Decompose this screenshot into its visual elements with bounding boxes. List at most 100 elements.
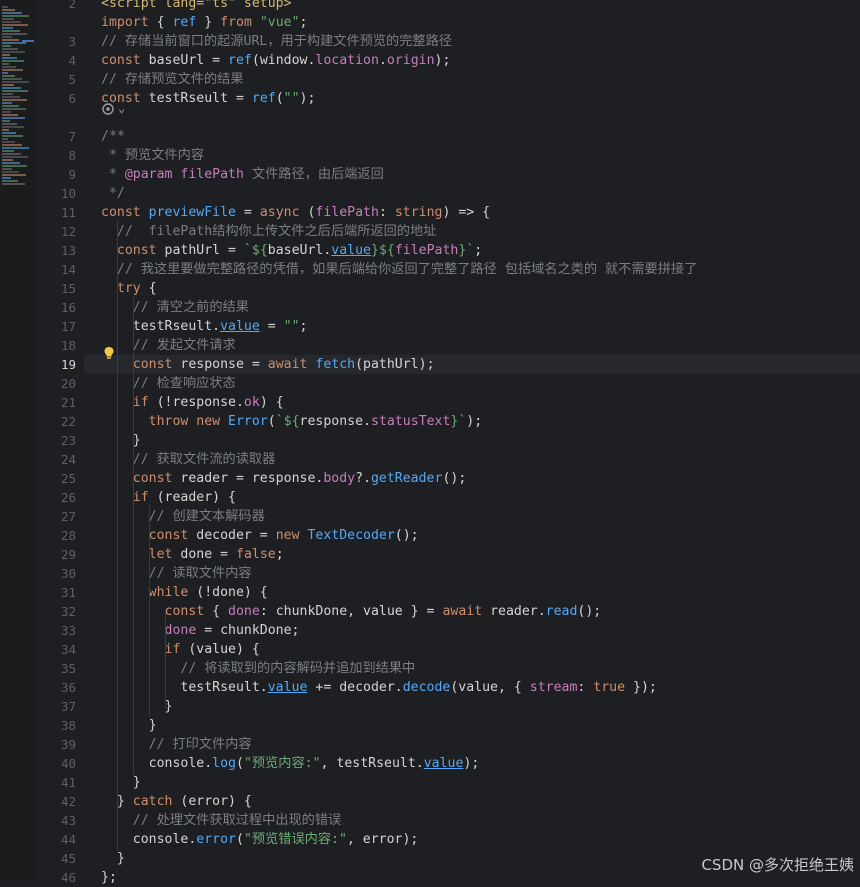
chevron-down-icon[interactable]: ⌄ <box>118 99 125 118</box>
line-number[interactable]: 26 <box>34 488 76 507</box>
line-number[interactable]: 40 <box>34 754 76 773</box>
line-number[interactable]: 29 <box>34 545 76 564</box>
line-number[interactable]: 10 <box>34 184 76 203</box>
code-line[interactable]: const reader = response.body?.getReader(… <box>101 469 467 488</box>
line-number[interactable]: 11 <box>34 203 76 222</box>
line-number[interactable]: 42 <box>34 792 76 811</box>
line-number[interactable]: 16 <box>34 298 76 317</box>
line-number[interactable]: 45 <box>34 849 76 868</box>
line-number[interactable]: 37 <box>34 697 76 716</box>
code-token: ); <box>466 414 483 429</box>
line-number[interactable]: 44 <box>34 830 76 849</box>
line-number[interactable]: 27 <box>34 507 76 526</box>
code-line[interactable]: if (value) { <box>101 640 260 659</box>
code-token: ( <box>235 832 244 847</box>
code-line[interactable]: // 检查响应状态 <box>101 374 236 393</box>
code-line[interactable]: * 预览文件内容 <box>101 146 204 165</box>
code-line[interactable]: // 清空之前的结果 <box>101 298 249 317</box>
line-number[interactable]: 15 <box>34 279 76 298</box>
code-line[interactable]: // 处理文件获取过程中出现的错误 <box>101 811 341 830</box>
code-line[interactable]: if (reader) { <box>101 488 236 507</box>
line-number[interactable]: 5 <box>34 70 76 89</box>
line-number[interactable]: 4 <box>34 51 76 70</box>
code-line[interactable]: console.log("预览内容:", testRseult.value); <box>101 754 480 773</box>
code-line[interactable]: } <box>101 431 141 450</box>
line-number[interactable]: 41 <box>34 773 76 792</box>
line-number[interactable]: 46 <box>34 868 76 887</box>
code-line[interactable]: const { done: chunkDone, value } = await… <box>101 602 602 621</box>
line-number[interactable]: 34 <box>34 640 76 659</box>
code-line[interactable]: } <box>101 716 157 735</box>
code-line[interactable]: // 打印文件内容 <box>101 735 252 754</box>
code-line[interactable]: const testRseult = ref(""); <box>101 89 315 108</box>
lightbulb-icon[interactable] <box>103 346 115 360</box>
line-number[interactable]: 43 <box>34 811 76 830</box>
code-line[interactable]: testRseult.value = ""; <box>101 317 308 336</box>
code-line[interactable]: /** <box>101 127 125 146</box>
minimap-line <box>2 108 26 110</box>
code-line[interactable]: // 读取文件内容 <box>101 564 252 583</box>
code-line[interactable]: } <box>101 697 173 716</box>
line-number[interactable]: 3 <box>34 32 76 51</box>
line-number[interactable]: 32 <box>34 602 76 621</box>
line-number[interactable]: 31 <box>34 583 76 602</box>
line-number[interactable]: 9 <box>34 165 76 184</box>
code-token: origin <box>386 53 435 68</box>
code-line[interactable]: done = chunkDone; <box>101 621 300 640</box>
code-line[interactable]: <script lang="ts" setup> <box>101 0 292 13</box>
minimap-line <box>2 126 24 128</box>
line-number[interactable]: 2 <box>34 0 76 13</box>
line-number[interactable]: 12 <box>34 222 76 241</box>
code-line[interactable]: testRseult.value += decoder.decode(value… <box>101 678 656 697</box>
code-line[interactable]: // 获取文件流的读取器 <box>101 450 276 469</box>
code-line[interactable]: } <box>101 849 125 868</box>
line-number[interactable]: 8 <box>34 146 76 165</box>
line-number[interactable]: 23 <box>34 431 76 450</box>
code-line[interactable]: if (!response.ok) { <box>101 393 284 412</box>
code-line[interactable]: // filePath结构你上传文件之后后端所返回的地址 <box>101 222 436 241</box>
code-line[interactable]: throw new Error(`${response.statusText}`… <box>101 412 483 431</box>
line-number[interactable]: 20 <box>34 374 76 393</box>
code-line[interactable]: import { ref } from "vue"; <box>101 13 307 32</box>
line-number[interactable]: 14 <box>34 260 76 279</box>
code-line[interactable]: let done = false; <box>101 545 284 564</box>
code-line[interactable]: // 存储当前窗口的起源URL，用于构建文件预览的完整路径 <box>101 32 452 51</box>
line-number[interactable]: 33 <box>34 621 76 640</box>
code-line[interactable]: // 存储预览文件的结果 <box>101 70 244 89</box>
line-number[interactable]: 28 <box>34 526 76 545</box>
line-number[interactable]: 36 <box>34 678 76 697</box>
code-line[interactable]: } catch (error) { <box>101 792 252 811</box>
code-token: ) => { <box>442 205 491 220</box>
code-line[interactable]: }; <box>101 868 117 887</box>
code-line[interactable]: */ <box>101 184 125 203</box>
line-number[interactable]: 25 <box>34 469 76 488</box>
line-number[interactable]: 22 <box>34 412 76 431</box>
line-number[interactable]: 24 <box>34 450 76 469</box>
code-line[interactable]: // 我这里要做完整路径的凭借，如果后端给你返回了完整了路径 包括域名之类的 就… <box>101 260 697 279</box>
line-number[interactable]: 35 <box>34 659 76 678</box>
line-number[interactable]: 39 <box>34 735 76 754</box>
code-line[interactable]: try { <box>101 279 157 298</box>
code-line[interactable]: const response = await fetch(pathUrl); <box>101 355 435 374</box>
code-line[interactable]: // 创建文本解码器 <box>101 507 265 526</box>
code-token: "" <box>283 91 300 106</box>
code-line[interactable]: // 发起文件请求 <box>101 336 236 355</box>
line-number[interactable]: 13 <box>34 241 76 260</box>
line-number[interactable]: 18 <box>34 336 76 355</box>
line-number[interactable]: 21 <box>34 393 76 412</box>
code-line[interactable]: console.error("预览错误内容:", error); <box>101 830 419 849</box>
line-number[interactable]: 30 <box>34 564 76 583</box>
code-line[interactable]: while (!done) { <box>101 583 268 602</box>
ai-assistant-icon[interactable] <box>101 102 115 116</box>
line-number[interactable]: 7 <box>34 127 76 146</box>
code-line[interactable]: const baseUrl = ref(window.location.orig… <box>101 51 450 70</box>
line-number[interactable]: 38 <box>34 716 76 735</box>
code-line[interactable]: * @param filePath 文件路径，由后端返回 <box>101 165 384 184</box>
code-line[interactable]: const pathUrl = `${baseUrl.value}${fileP… <box>101 241 482 260</box>
code-line[interactable]: const previewFile = async (filePath: str… <box>101 203 490 222</box>
line-number[interactable]: 6 <box>34 89 76 108</box>
code-line[interactable]: } <box>101 773 141 792</box>
line-number[interactable]: 17 <box>34 317 76 336</box>
line-number[interactable]: 19 <box>34 355 76 374</box>
minimap[interactable] <box>0 0 34 881</box>
